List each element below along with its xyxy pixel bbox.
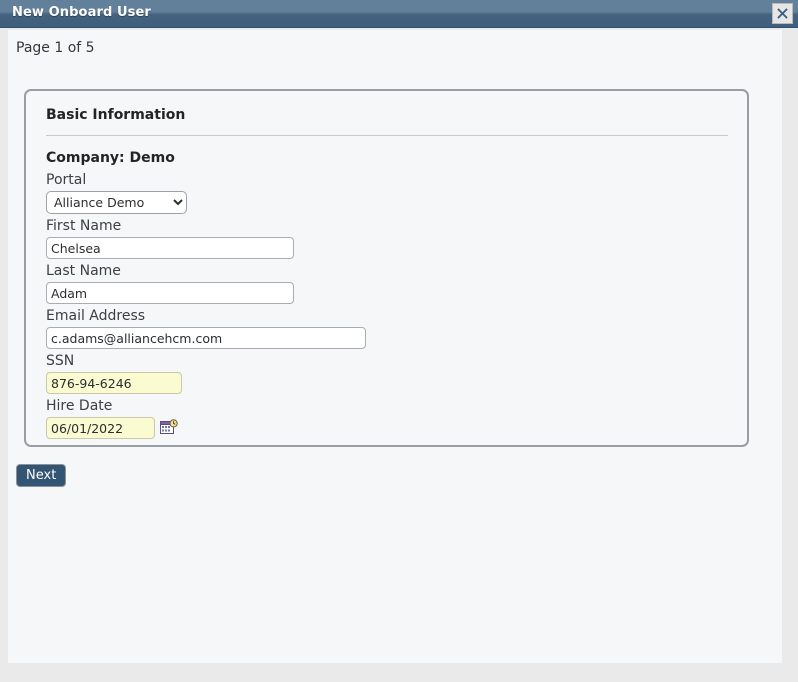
heading-divider [46,135,728,136]
window-title: New Onboard User [12,5,151,20]
last-name-label: Last Name [46,263,121,279]
field-ssn: SSN [46,353,182,394]
ssn-label: SSN [46,353,75,369]
next-button[interactable]: Next [16,464,67,487]
page-indicator: Page 1 of 5 [16,40,95,56]
email-input[interactable] [46,327,366,349]
hire-date-label: Hire Date [46,398,113,414]
calendar-icon[interactable] [160,419,178,437]
basic-information-fieldset: Basic Information Company: Demo Portal A… [24,89,749,447]
portal-select[interactable]: Alliance Demo [46,191,187,214]
hire-date-input[interactable] [46,417,155,439]
ssn-input[interactable] [46,372,182,394]
email-label: Email Address [46,308,146,324]
first-name-label: First Name [46,218,122,234]
field-last-name: Last Name [46,263,294,304]
dialog-content-panel: Page 1 of 5 Basic Information Company: D… [8,30,782,663]
field-hire-date: Hire Date [46,398,178,439]
field-email-address: Email Address [46,308,366,349]
window-title-bar: New Onboard User [0,0,798,28]
portal-label: Portal [46,172,87,188]
section-heading: Basic Information [46,107,186,123]
close-button[interactable] [772,3,793,24]
first-name-input[interactable] [46,237,294,259]
field-portal: Portal Alliance Demo [46,172,187,214]
close-icon [777,8,788,19]
hire-date-row [46,415,178,439]
last-name-input[interactable] [46,282,294,304]
company-label: Company: Demo [46,150,175,166]
field-first-name: First Name [46,218,294,259]
